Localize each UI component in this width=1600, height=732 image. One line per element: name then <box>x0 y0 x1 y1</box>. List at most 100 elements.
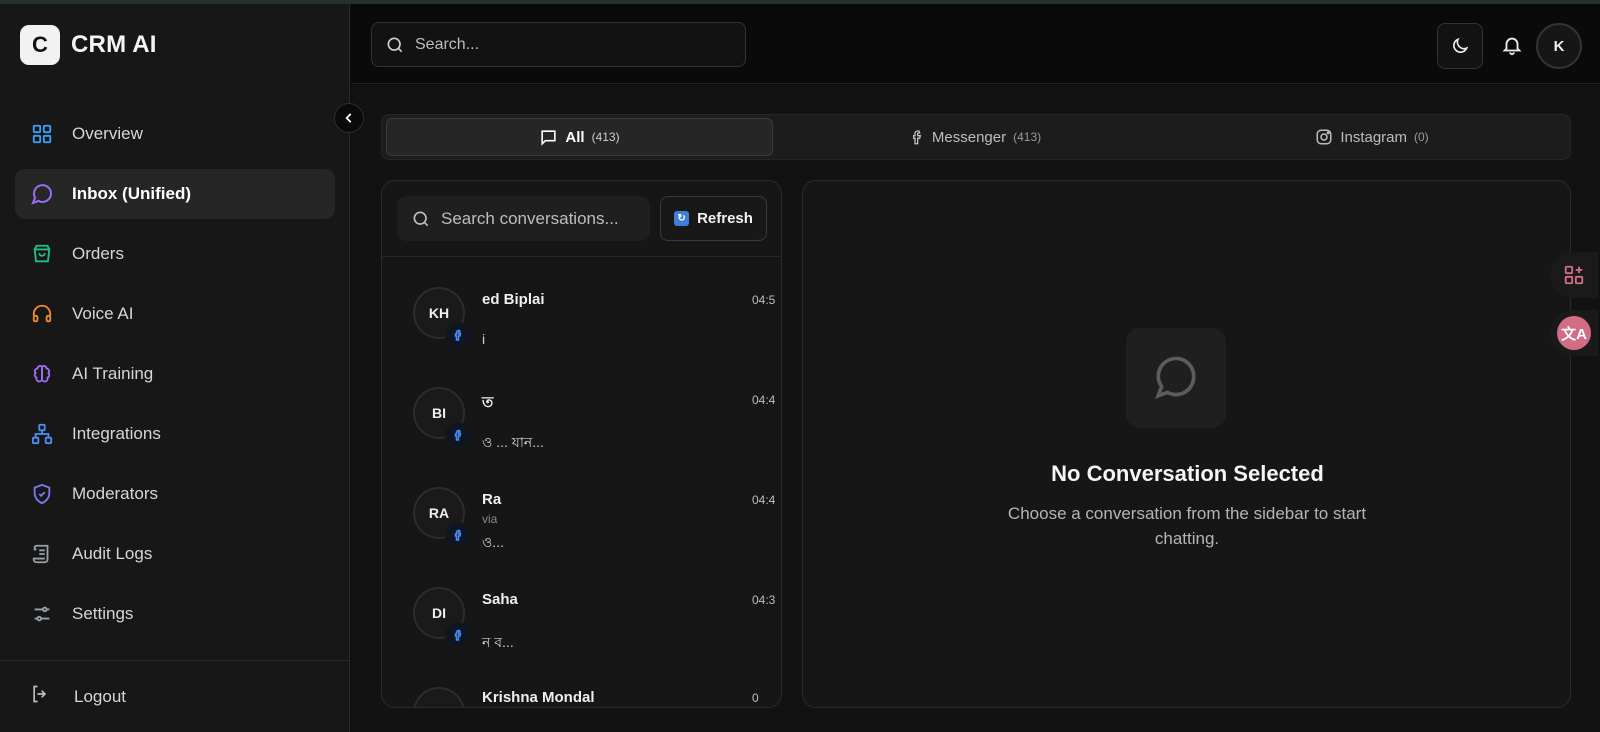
logout-button[interactable]: Logout <box>30 684 126 709</box>
app-name: CRM AI <box>71 31 157 58</box>
sidebar-item-label: Moderators <box>72 484 158 503</box>
empty-state-title: No Conversation Selected <box>1051 461 1324 486</box>
conversation-list-panel: ↻ Refresh KH ed Biplai i 04:5 BI ত ও ...… <box>381 180 782 708</box>
sidebar-item-integrations[interactable]: Integrations <box>15 409 335 459</box>
chat-bubble-icon <box>1126 328 1226 428</box>
sidebar-item-label: Audit Logs <box>72 544 153 563</box>
sidebar-item-label: Voice AI <box>72 304 134 323</box>
apps-sparkle-icon <box>1564 265 1584 285</box>
chat-bubble-icon <box>30 182 54 206</box>
message-time: 04:5 <box>752 293 776 307</box>
contact-name: Ra <box>482 491 502 508</box>
sidebar-item-audit-logs[interactable]: Audit Logs <box>15 529 335 579</box>
message-time: 04:4 <box>752 493 776 507</box>
conversation-item[interactable]: BI ত ও ... যান... 04:4 <box>382 357 781 457</box>
contact-avatar <box>413 687 465 707</box>
tab-label: All <box>565 128 585 146</box>
conversation-item[interactable]: RA Ra via ও... 04:4 <box>382 457 781 557</box>
logout-label: Logout <box>74 686 126 706</box>
message-time: 04:4 <box>752 393 776 407</box>
chevron-left-icon <box>345 113 352 123</box>
search-input[interactable] <box>415 35 715 54</box>
message-square-icon <box>541 129 557 146</box>
translate-widget-button[interactable]: 文A <box>1550 310 1598 356</box>
conversation-search-input[interactable] <box>441 208 641 229</box>
shopping-bag-icon <box>30 242 54 266</box>
refresh-icon: ↻ <box>674 211 690 226</box>
moon-icon <box>1453 37 1469 53</box>
translate-icon: 文A <box>1557 316 1591 350</box>
tab-all[interactable]: All (413) <box>386 118 773 156</box>
main-content: All (413) Messenger (413) Instagram (0) … <box>351 85 1600 732</box>
network-icon <box>30 422 54 446</box>
shield-check-icon <box>30 482 54 506</box>
instagram-icon <box>1316 129 1332 145</box>
logout-icon <box>30 684 50 709</box>
channel-via: via <box>482 512 498 526</box>
grid-icon <box>30 122 54 146</box>
contact-name: ed Biplai <box>482 291 545 308</box>
conversation-item[interactable]: KH ed Biplai i 04:5 <box>382 257 781 357</box>
top-header: K <box>351 4 1600 84</box>
apps-widget-button[interactable] <box>1550 252 1598 298</box>
notifications-button[interactable] <box>1501 34 1525 58</box>
sidebar-item-moderators[interactable]: Moderators <box>15 469 335 519</box>
message-preview: i <box>482 331 486 347</box>
facebook-icon <box>445 322 471 348</box>
message-preview: ও ... যান... <box>482 434 544 450</box>
theme-toggle-button[interactable] <box>1437 23 1483 69</box>
bell-icon <box>1502 37 1522 56</box>
sidebar-item-ai-training[interactable]: AI Training <box>15 349 335 399</box>
tab-count: (0) <box>1414 130 1429 144</box>
brain-icon <box>30 362 54 386</box>
sidebar-collapse-button[interactable] <box>334 103 364 133</box>
scroll-icon <box>30 542 54 566</box>
app-logo: C <box>20 25 60 65</box>
sidebar-item-overview[interactable]: Overview <box>15 109 335 159</box>
tab-count: (413) <box>1013 130 1042 144</box>
conversation-list: KH ed Biplai i 04:5 BI ত ও ... যান... 04… <box>382 257 781 707</box>
tab-label: Messenger <box>931 128 1007 146</box>
search-icon <box>387 37 403 52</box>
tab-label: Instagram <box>1340 128 1408 146</box>
sidebar-nav: Overview Inbox (Unified) Orders Voice AI… <box>15 109 335 649</box>
sidebar-item-label: Integrations <box>72 424 161 443</box>
brand[interactable]: C CRM AI <box>20 25 157 65</box>
headphones-icon <box>30 302 54 326</box>
sidebar-item-label: Orders <box>72 244 124 263</box>
refresh-label: Refresh <box>697 210 753 227</box>
message-preview: ও... <box>482 534 504 550</box>
sliders-icon <box>30 602 54 626</box>
global-search[interactable] <box>371 22 746 67</box>
conversation-item[interactable]: DI Saha ন ব... 04:3 <box>382 557 781 657</box>
message-time: 04:3 <box>752 593 776 607</box>
facebook-icon <box>445 622 471 648</box>
empty-state-subtitle: Choose a conversation from the sidebar t… <box>1007 504 1367 548</box>
sidebar-divider <box>0 660 350 661</box>
conversation-item[interactable]: Krishna Mondal 0 <box>382 657 781 707</box>
sidebar-item-orders[interactable]: Orders <box>15 229 335 279</box>
conversation-search[interactable] <box>397 196 650 241</box>
facebook-icon <box>912 130 922 145</box>
tab-messenger[interactable]: Messenger (413) <box>780 118 1170 156</box>
user-avatar[interactable]: K <box>1536 23 1582 69</box>
sidebar-item-label: AI Training <box>72 364 154 383</box>
contact-name: Krishna Mondal <box>482 689 595 706</box>
sidebar-item-label: Overview <box>72 124 143 143</box>
sidebar-item-voice-ai[interactable]: Voice AI <box>15 289 335 339</box>
contact-name: ত <box>482 394 494 411</box>
sidebar-item-settings[interactable]: Settings <box>15 589 335 639</box>
tab-count: (413) <box>591 130 620 144</box>
sidebar: C CRM AI Overview Inbox (Unified) Orders <box>0 4 350 732</box>
tab-instagram[interactable]: Instagram (0) <box>1177 118 1567 156</box>
facebook-icon <box>445 422 471 448</box>
sidebar-item-label: Settings <box>72 604 134 623</box>
sidebar-item-label: Inbox (Unified) <box>72 184 191 203</box>
contact-name: Saha <box>482 591 518 608</box>
search-icon <box>413 211 429 226</box>
sidebar-item-inbox[interactable]: Inbox (Unified) <box>15 169 335 219</box>
channel-tabs: All (413) Messenger (413) Instagram (0) <box>381 114 1571 160</box>
chat-panel: No Conversation Selected Choose a conver… <box>802 180 1571 708</box>
refresh-button[interactable]: ↻ Refresh <box>660 196 767 241</box>
message-preview: ন ব... <box>482 634 514 650</box>
